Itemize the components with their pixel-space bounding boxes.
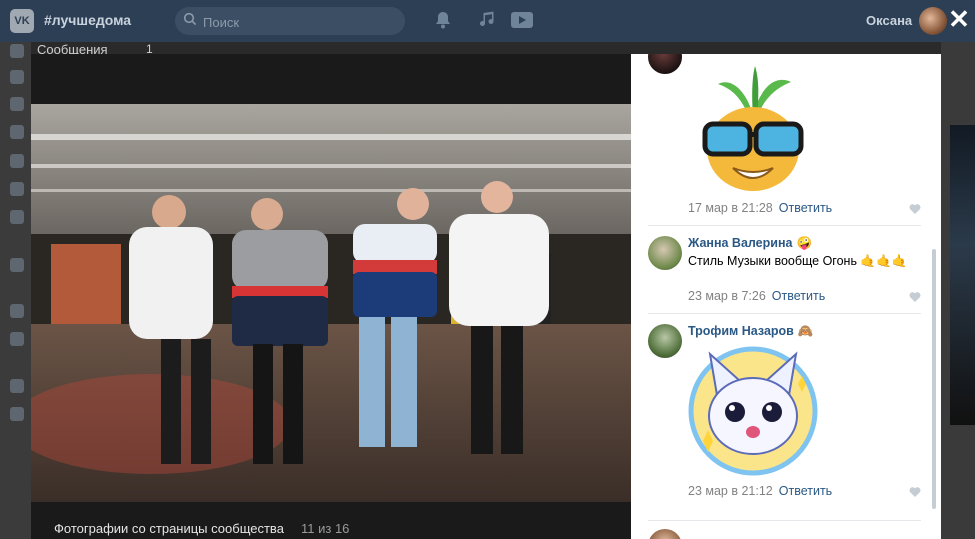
comment-avatar[interactable] <box>648 54 682 74</box>
comment-divider <box>648 225 921 226</box>
left-sidebar-dimmed <box>0 42 31 539</box>
comment-author-name[interactable]: Жанна Валерина <box>688 236 792 250</box>
user-name[interactable]: Оксана <box>866 13 912 28</box>
comments-panel: 17 мар в 21:28 Ответить Жанна Валерина 🤪 С… <box>631 54 941 539</box>
comment-avatar[interactable] <box>648 324 682 358</box>
music-note-icon[interactable] <box>480 11 496 29</box>
messages-icon <box>10 44 24 58</box>
photos-icon <box>10 125 24 139</box>
comment-author-name[interactable]: Трофим Назаров <box>688 324 794 338</box>
profile-icon <box>10 70 24 84</box>
comment-date: 17 мар в 21:28 Ответить <box>688 201 832 215</box>
comment-date-text: 17 мар в 21:28 <box>688 201 773 215</box>
comment-divider <box>648 313 921 314</box>
comment-date-text: 23 мар в 7:26 <box>688 289 766 303</box>
cat-sparkle-sticker <box>688 346 818 476</box>
group-photo-image <box>31 104 631 502</box>
video-icon <box>10 182 24 196</box>
games-icon <box>10 210 24 224</box>
comment-date-text: 23 мар в 21:12 <box>688 484 773 498</box>
comment-author[interactable]: Трофим Назаров 🙈 <box>688 324 813 339</box>
photo[interactable] <box>31 104 631 502</box>
header-hashtag[interactable]: #лучшедома <box>44 12 131 28</box>
like-heart-icon[interactable] <box>909 203 921 215</box>
play-video-icon[interactable] <box>510 11 534 29</box>
comment-author[interactable]: Жанна Валерина 🤪 <box>688 236 812 251</box>
photo-counter: 11 из 16 <box>301 521 350 536</box>
reply-link[interactable]: Ответить <box>772 289 825 303</box>
shop-icon <box>10 304 24 318</box>
comment-text: Стиль Музыки вообще Огонь 🤙🤙🤙 <box>688 254 908 268</box>
photo-viewer: Фотографии со страницы сообщества 11 из … <box>31 54 631 539</box>
user-avatar[interactable] <box>919 7 947 35</box>
clips-icon <box>10 407 24 421</box>
search-input[interactable] <box>201 11 395 33</box>
top-bar: VK #лучшедома Оксана ✕ <box>0 0 975 42</box>
background-image-strip <box>950 125 975 425</box>
notifications-bell-icon[interactable] <box>435 11 451 29</box>
comment-avatar[interactable] <box>648 236 682 270</box>
close-viewer-icon[interactable]: ✕ <box>948 6 970 32</box>
comment-avatar[interactable] <box>648 529 682 539</box>
comment-divider <box>648 520 921 521</box>
author-emoji: 🤪 <box>796 236 813 250</box>
music-icon <box>10 154 24 168</box>
pineapple-sunglasses-sticker <box>702 66 804 191</box>
like-heart-icon[interactable] <box>909 291 921 303</box>
vk-logo-icon[interactable]: VK <box>10 9 34 33</box>
help-icon <box>10 258 24 272</box>
right-dimmed-area <box>941 42 975 539</box>
comments-scrollbar[interactable] <box>932 249 936 509</box>
search-box[interactable] <box>175 7 405 35</box>
comment-date: 23 мар в 21:12 Ответить <box>688 484 832 498</box>
like-heart-icon[interactable] <box>909 486 921 498</box>
search-icon <box>183 12 197 26</box>
star-icon <box>10 332 24 346</box>
friends-icon <box>10 97 24 111</box>
comment-date: 23 мар в 7:26 Ответить <box>688 289 825 303</box>
settings-icon <box>10 379 24 393</box>
author-emoji: 🙈 <box>797 324 814 338</box>
reply-link[interactable]: Ответить <box>779 484 832 498</box>
reply-link[interactable]: Ответить <box>779 201 832 215</box>
photo-caption[interactable]: Фотографии со страницы сообщества <box>54 521 284 536</box>
